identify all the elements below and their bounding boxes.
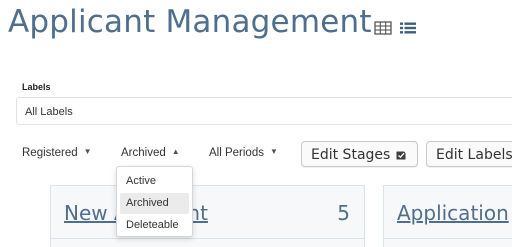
periods-filter-label: All Periods [209,147,264,159]
stage-card-new-applicant: New Applicant 5 [50,185,365,247]
periods-filter[interactable]: All Periods ▼ [209,147,278,159]
stage-card-divider [384,238,512,239]
stage-card-application: Application [383,185,512,247]
labels-select-value: All Labels [25,106,73,118]
registered-filter-label: Registered [22,147,78,159]
caret-down-icon: ▼ [83,147,92,156]
caret-up-icon: ▲ [171,147,180,156]
stage-card-header: New Applicant 5 [51,186,364,238]
archived-dropdown-menu: Active Archived Deleteable [116,166,193,237]
edit-stages-icon [395,149,407,161]
edit-labels-button[interactable]: Edit Labels [426,141,512,167]
labels-heading: Labels [22,82,51,92]
labels-select[interactable]: All Labels [16,97,512,125]
stage-card-header: Application [384,186,512,238]
registered-filter[interactable]: Registered ▼ [22,147,92,159]
grid-view-icon[interactable] [374,21,392,35]
edit-stages-button[interactable]: Edit Stages [301,141,418,167]
edit-labels-label: Edit Labels [436,147,512,163]
edit-stages-label: Edit Stages [311,147,391,163]
page-title: Applicant Management [8,4,372,40]
caret-down-icon: ▼ [269,147,278,156]
list-view-icon[interactable] [399,21,417,35]
stage-title-link[interactable]: Application [397,201,509,225]
archived-filter-label: Archived [121,147,166,159]
dropdown-item-active[interactable]: Active [120,171,189,192]
stage-card-divider [51,238,364,239]
stage-count: 5 [337,201,350,225]
dropdown-item-archived[interactable]: Archived [120,193,189,214]
archived-filter[interactable]: Archived ▲ [121,147,180,159]
dropdown-item-deleteable[interactable]: Deleteable [120,215,189,236]
